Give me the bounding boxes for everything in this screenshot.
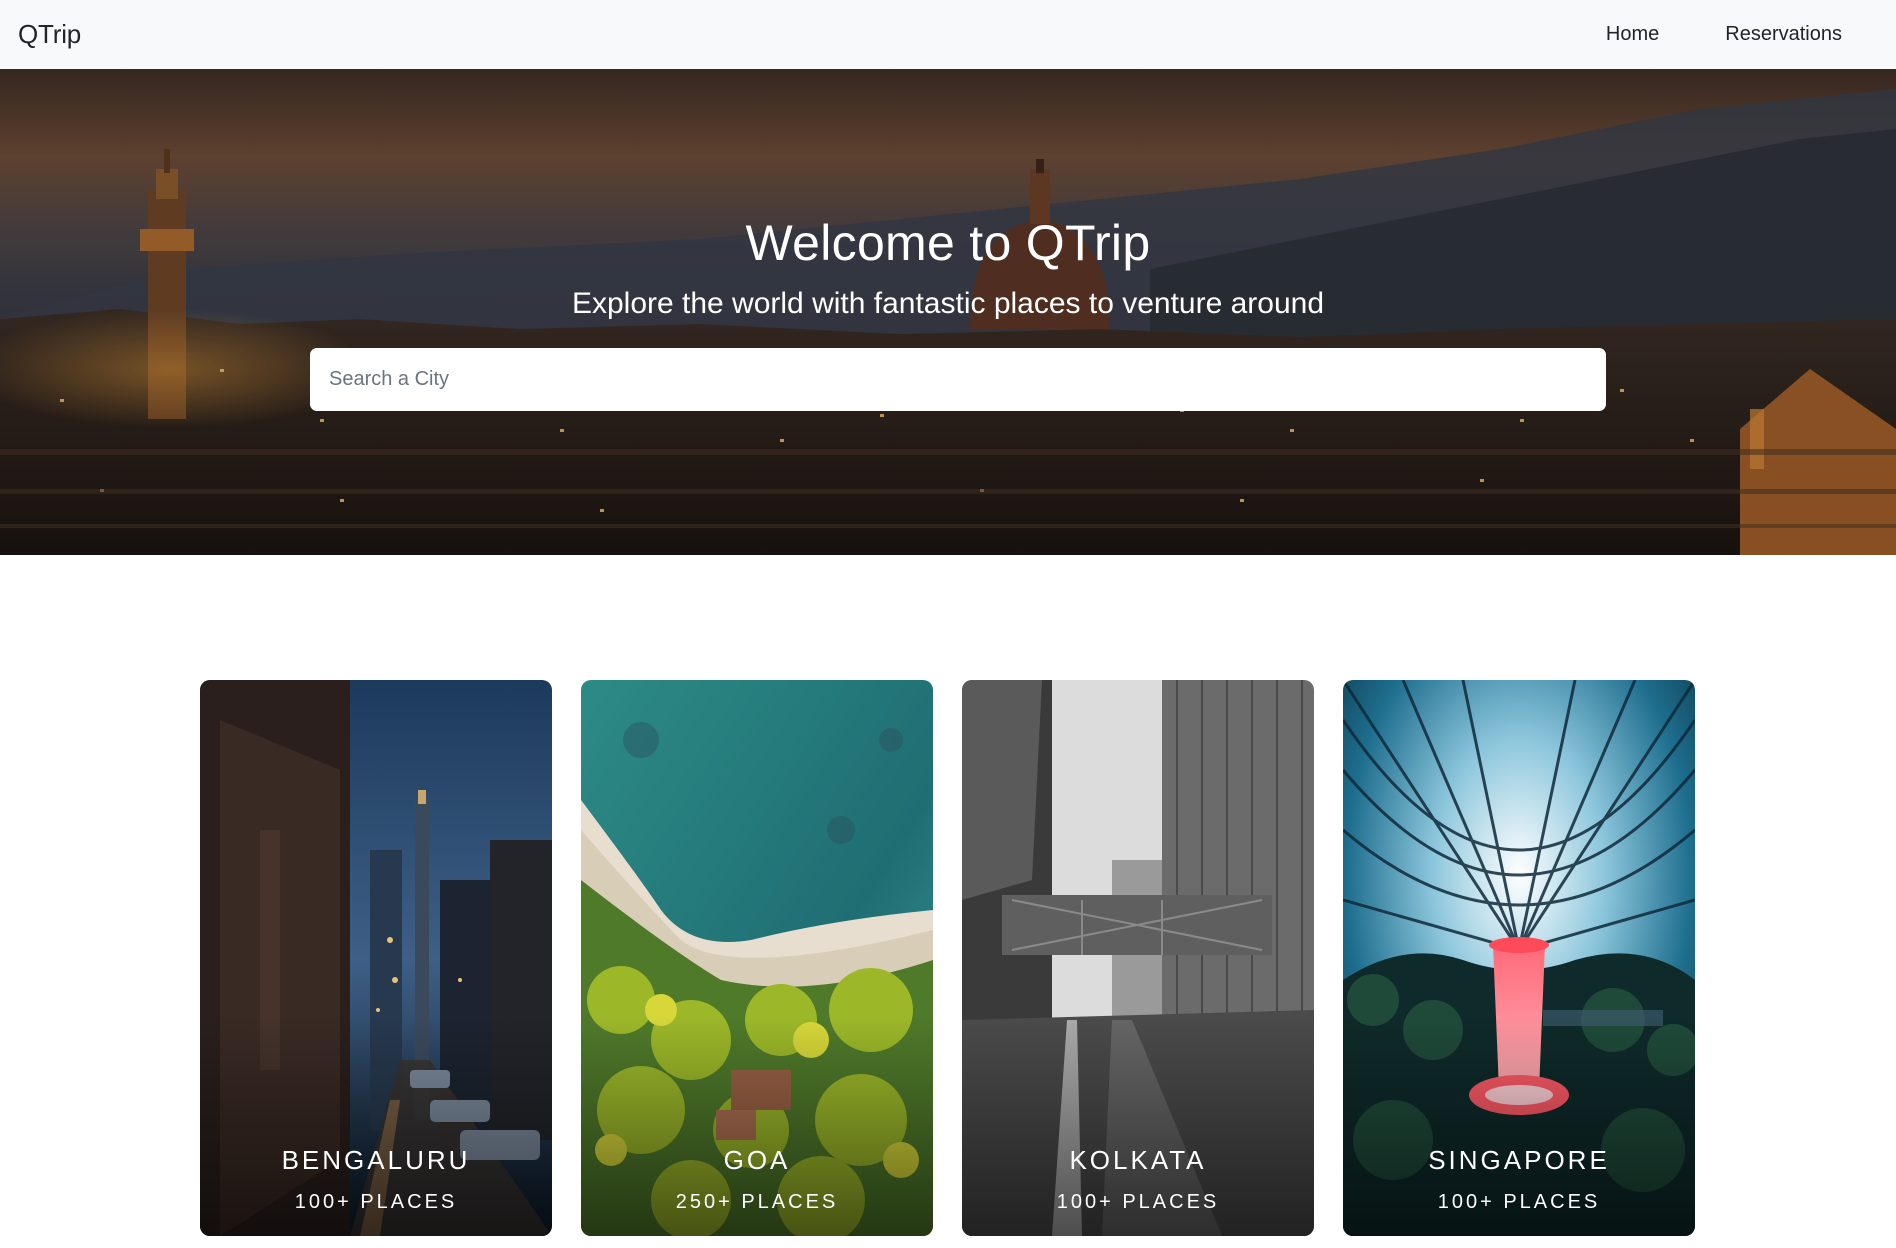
search-city-input[interactable]: [310, 348, 1606, 411]
navbar: QTrip Home Reservations: [0, 0, 1896, 69]
city-places-count: 100+ PLACES: [1437, 1191, 1601, 1213]
city-cards-grid: BENGALURU 100+ PLACES GOA 250+ PLACES KO…: [200, 680, 1696, 1236]
city-card-goa[interactable]: GOA 250+ PLACES: [581, 680, 933, 1236]
city-name: KOLKATA: [1069, 1145, 1207, 1175]
city-places-count: 250+ PLACES: [675, 1191, 839, 1213]
city-name: GOA: [723, 1145, 791, 1175]
nav-links: Home Reservations: [1540, 0, 1878, 69]
city-card-bengaluru[interactable]: BENGALURU 100+ PLACES: [200, 680, 552, 1236]
city-card-singapore[interactable]: SINGAPORE 100+ PLACES: [1343, 680, 1695, 1236]
city-places-count: 100+ PLACES: [1056, 1191, 1220, 1213]
city-name: SINGAPORE: [1428, 1145, 1610, 1175]
city-name: BENGALURU: [281, 1145, 471, 1175]
city-places-count: 100+ PLACES: [294, 1191, 458, 1213]
hero-title: Welcome to QTrip: [745, 215, 1151, 271]
hero-content: Welcome to QTrip Explore the world with …: [0, 69, 1896, 555]
nav-link-home[interactable]: Home: [1606, 23, 1659, 46]
nav-link-reservations[interactable]: Reservations: [1725, 23, 1842, 46]
brand-logo[interactable]: QTrip: [18, 19, 81, 50]
hero-banner: Welcome to QTrip Explore the world with …: [0, 69, 1896, 555]
hero-subtitle: Explore the world with fantastic places …: [571, 287, 1325, 320]
city-card-kolkata[interactable]: KOLKATA 100+ PLACES: [962, 680, 1314, 1236]
